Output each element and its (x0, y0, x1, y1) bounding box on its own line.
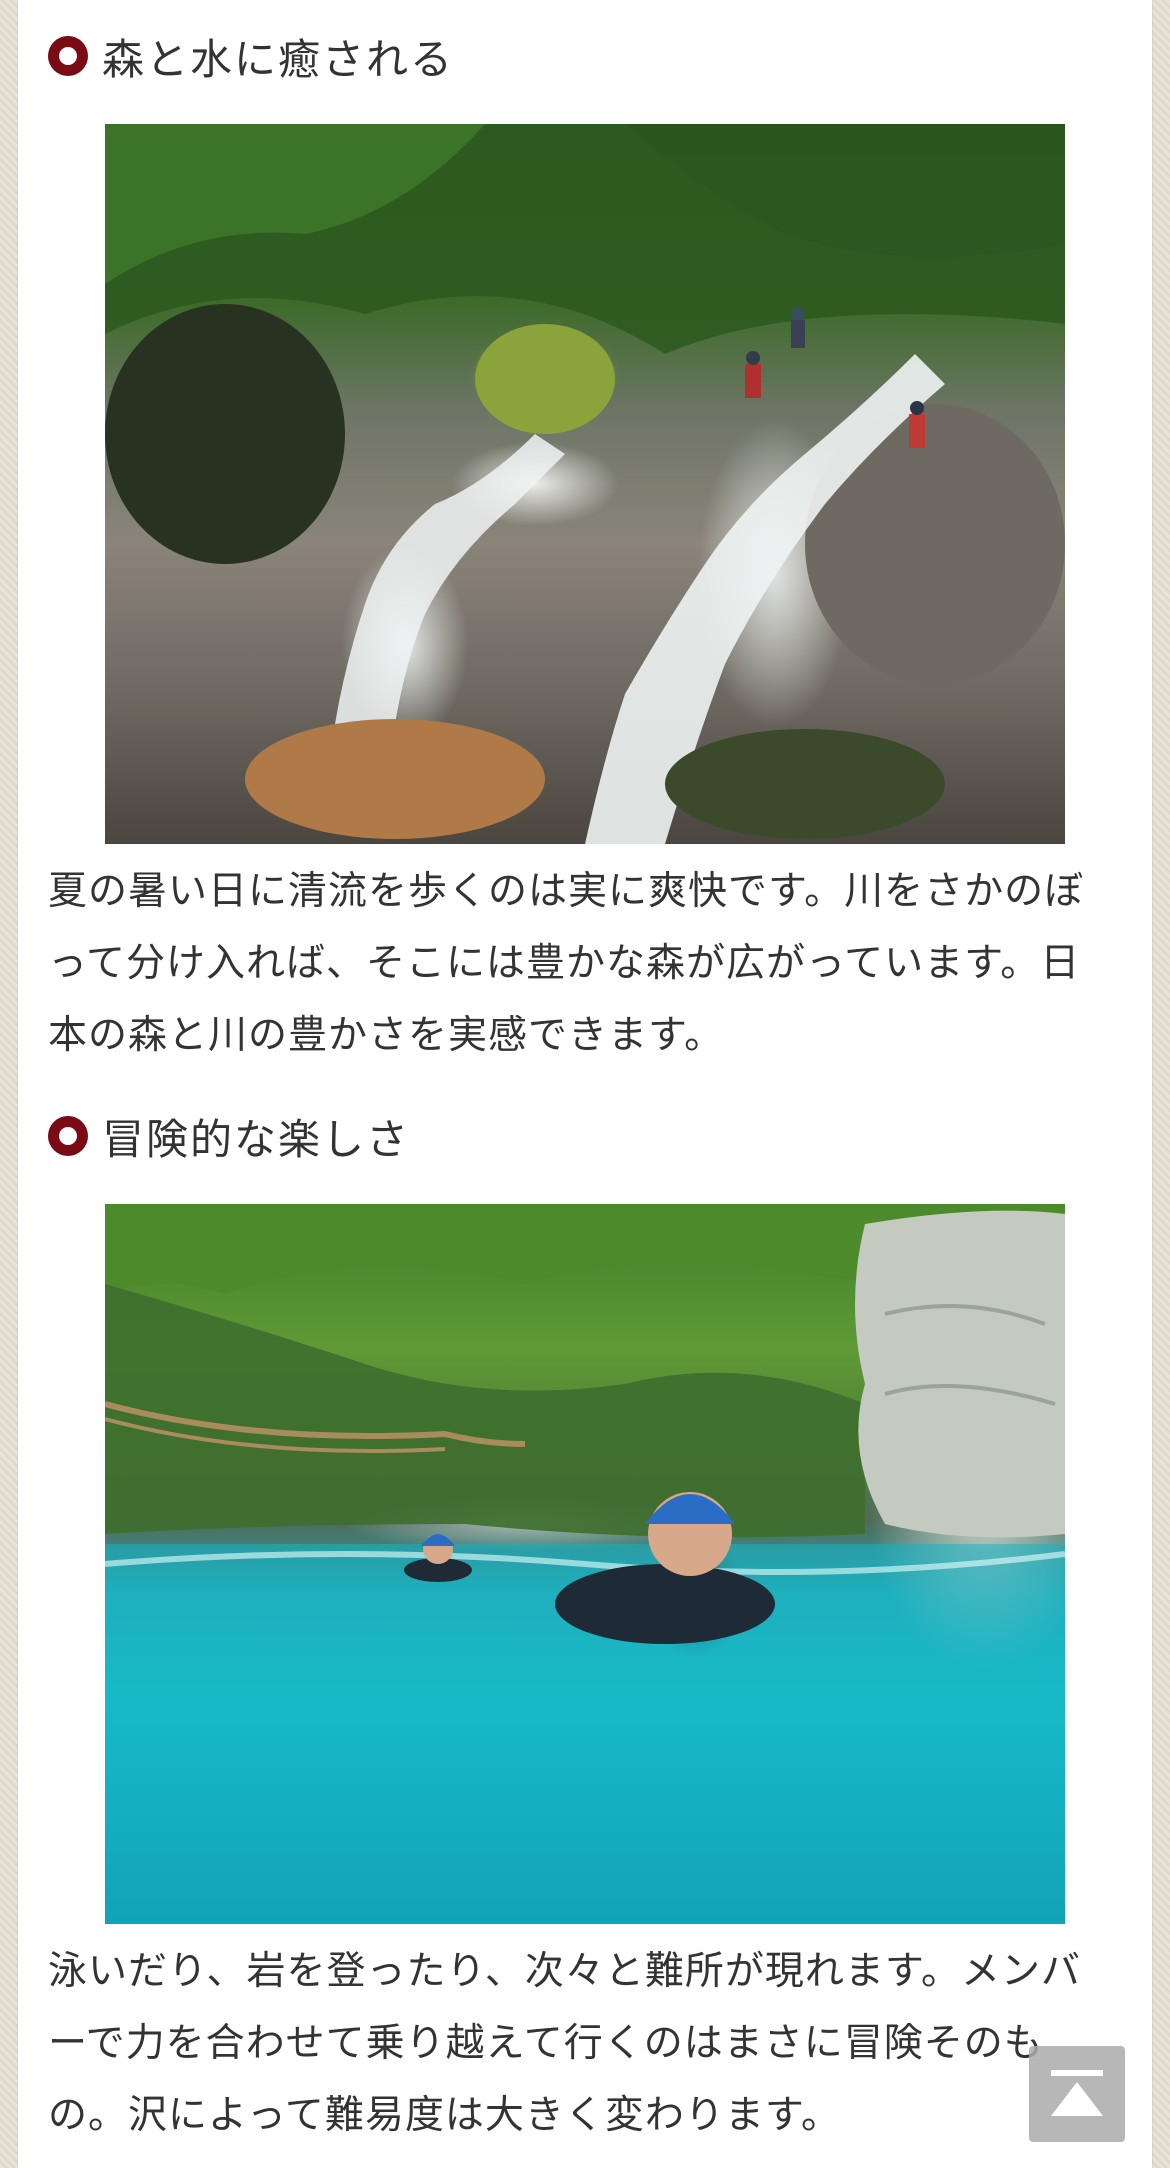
section-heading-adventure: 冒険的な楽しさ (48, 1106, 410, 1166)
river-illustration (105, 1204, 1065, 1924)
arrow-up-icon (1051, 2082, 1103, 2116)
section-heading-forest: 森と水に癒される (48, 26, 454, 86)
section-paragraph-adventure: 泳いだり、岩を登ったり、次々と難所が現れます。メンバーで力を合わせて乗り越えて行… (48, 1949, 1081, 2138)
river-swimming-photo (105, 1204, 1065, 1924)
section-title: 森と水に癒される (102, 34, 455, 84)
waterfall-illustration (105, 124, 1065, 844)
arrow-to-top-icon (1051, 2070, 1103, 2076)
article-content: 森と水に癒される 夏の暑い日に清流を歩くのは実に爽快です。川をさかのぼって分け入… (18, 0, 1152, 2168)
back-to-top-button[interactable] (1029, 2046, 1125, 2142)
bullet-circle-icon (48, 36, 88, 76)
waterfall-forest-photo (105, 124, 1065, 844)
section-paragraph-forest: 夏の暑い日に清流を歩くのは実に爽快です。川をさかのぼって分け入れば、そこには豊か… (48, 869, 1085, 1058)
bullet-circle-icon (48, 1116, 88, 1156)
section-title: 冒険的な楽しさ (102, 1114, 411, 1164)
page-background-left (0, 0, 18, 2168)
page-background-right (1152, 0, 1170, 2168)
